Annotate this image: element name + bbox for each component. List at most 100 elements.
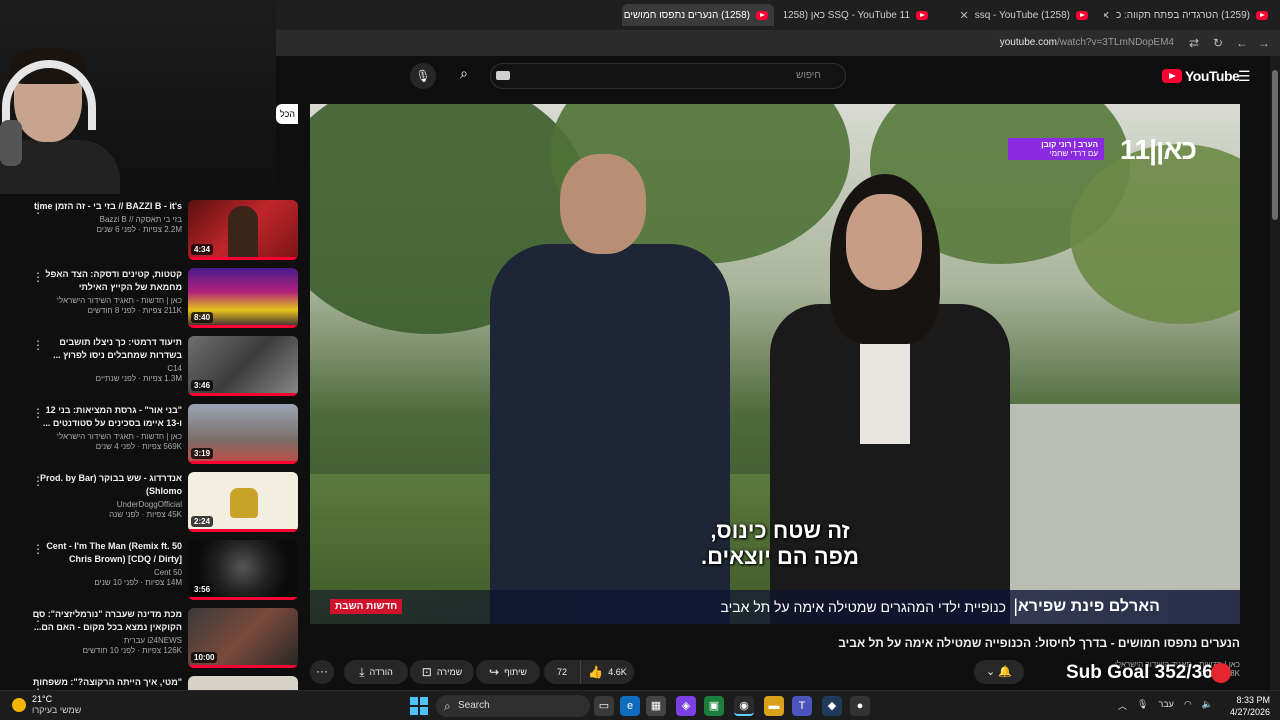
youtube-logo[interactable]: YouTube: [1162, 68, 1240, 84]
program-badge: הערב | רוני קובן עם דרדי שחמי: [1008, 138, 1104, 160]
address-bar[interactable]: youtube.com/watch?v=3TLmNDopEM4 ⇄ ↻ ← →: [276, 30, 1280, 56]
more-options-icon[interactable]: ⋮: [32, 202, 44, 216]
close-icon[interactable]: ✕: [1104, 9, 1110, 22]
video-thumbnail[interactable]: 3:46: [188, 336, 298, 396]
channel-name[interactable]: UnderDoggOfficial: [32, 500, 182, 509]
list-item[interactable]: 3:46 תיעוד דרמטי: כך ניצלו תושבים בשדרות…: [0, 330, 300, 396]
tab-ssq-kan[interactable]: SSQ - YouTube 11 כאן (1258) ✕: [784, 4, 934, 26]
volume-icon[interactable]: 🔈: [1202, 699, 1213, 712]
channel-name[interactable]: 50 Cent: [32, 568, 182, 577]
keyboard-icon[interactable]: [496, 71, 510, 80]
obs-icon[interactable]: ●: [850, 696, 870, 716]
list-item[interactable]: 10:00 מכת מדינה שעברה "נורמליזציה": סם ה…: [0, 602, 300, 668]
tab-active[interactable]: (1258) הנערים נתפסו חמושים ✕: [622, 4, 774, 26]
video-thumbnail[interactable]: 4:34: [188, 200, 298, 260]
list-item[interactable]: 3:19 "בני אור" - גרסת המציאות: בני 12 ו-…: [0, 398, 300, 464]
scrollbar-thumb[interactable]: [1272, 70, 1278, 220]
forward-icon[interactable]: →: [1256, 35, 1272, 51]
webcam-overlay: [0, 0, 276, 194]
app-icon[interactable]: ◆: [822, 696, 842, 716]
clock[interactable]: 8:33 PM 4/27/2026: [1230, 694, 1270, 718]
start-icon[interactable]: [410, 697, 428, 715]
reload-icon[interactable]: ↻: [1210, 35, 1226, 51]
more-options-icon[interactable]: ⋮: [32, 542, 44, 556]
chevron-down-icon[interactable]: ⌄: [986, 666, 995, 678]
edge-icon[interactable]: e: [620, 696, 640, 716]
teams-icon[interactable]: T: [792, 696, 812, 716]
file-explorer-icon[interactable]: ▬: [764, 696, 784, 716]
task-view-icon[interactable]: ▭: [594, 696, 614, 716]
more-options-icon[interactable]: ⋮: [32, 678, 44, 690]
tab-title: (1258) הנערים נתפסו חמושים: [623, 9, 750, 21]
share-button[interactable]: שיתוף ↪: [476, 660, 540, 684]
more-options-icon[interactable]: ⋮: [32, 270, 44, 284]
more-options-icon[interactable]: ⋮: [32, 474, 44, 488]
taskbar-search[interactable]: Search: [436, 695, 590, 717]
mic-tray-icon[interactable]: 🎙: [1137, 699, 1148, 712]
translate-icon[interactable]: ⇄: [1186, 35, 1202, 51]
video-title[interactable]: BAZZI B - it's // בזי בי - זה הזמן time: [32, 200, 182, 213]
search-input[interactable]: חיפוש: [490, 63, 846, 89]
voice-search-icon[interactable]: 🎙: [410, 63, 436, 89]
video-title[interactable]: "מטי, איך הייתה הרקוצה?": משפחות: [32, 676, 182, 689]
more-options-icon[interactable]: ⋮: [32, 338, 44, 352]
view-count: 211K צפיות · לפני 8 חודשים: [87, 306, 182, 315]
download-icon: ⤓: [359, 664, 365, 679]
youtube-header: 🎙 ⌕ חיפוש YouTube ☰: [276, 56, 1270, 98]
dislike-button[interactable]: 72: [544, 660, 580, 684]
video-thumbnail[interactable]: 3:19: [188, 404, 298, 464]
channel-name[interactable]: בזי בי תאסקה // Bazzi B: [32, 215, 182, 224]
channel-name[interactable]: כאן | חדשות - תאגיד השידור הישראלי: [32, 296, 182, 305]
video-player[interactable]: כאן|11 הערב | רוני קובן עם דרדי שחמי זה …: [310, 104, 1240, 624]
menu-icon[interactable]: ☰: [1238, 68, 1252, 85]
chevron-up-icon[interactable]: ︿: [1118, 699, 1127, 712]
duration-badge: 3:19: [191, 448, 214, 459]
more-options-icon[interactable]: ⋮: [32, 610, 44, 624]
notification-bell-button[interactable]: ⌄ 🔔: [974, 660, 1024, 684]
video-thumbnail[interactable]: 2:24: [188, 472, 298, 532]
chip-all[interactable]: הכל: [276, 104, 298, 124]
channel-name[interactable]: i24NEWS עברית: [32, 636, 182, 645]
video-thumbnail[interactable]: 3:56: [188, 540, 298, 600]
video-thumbnail[interactable]: 8:40: [188, 268, 298, 328]
close-icon[interactable]: ✕: [960, 9, 969, 22]
lower-third-topic: כנופיית ילדי המהגרים שמטילה אימה על תל א…: [720, 599, 1006, 615]
weather-widget[interactable]: 21°C שמשי בעיקרו: [12, 694, 81, 716]
video-title[interactable]: תיעוד דרמטי: כך ניצלו תושבים בשדרות שמחב…: [32, 336, 182, 362]
copilot-icon[interactable]: ◈: [676, 696, 696, 716]
more-actions-button[interactable]: ···: [310, 660, 334, 684]
download-button[interactable]: הורדה ⤓: [344, 660, 408, 684]
tab-tragedy[interactable]: (1259) הטרגדיה בפתח תקווה: כ ✕: [1104, 4, 1274, 26]
video-title[interactable]: אנדרדוג - שש בבוקר Prod. by Bar) (Shlomo: [32, 472, 182, 498]
video-title[interactable]: קטטות, קטינים ודסקה: הצד האפל מחמאת של ה…: [32, 268, 182, 294]
more-options-icon[interactable]: ⋮: [32, 406, 44, 420]
wifi-icon[interactable]: ◠: [1184, 699, 1192, 712]
tab-ssq[interactable]: (1258) ssq - YouTube ✕: [944, 4, 1094, 26]
video-title[interactable]: "בני אור" - גרסת המציאות: בני 12 ו-13 אי…: [32, 404, 182, 430]
video-thumbnail[interactable]: [188, 676, 298, 690]
url-text[interactable]: youtube.com/watch?v=3TLmNDopEM4: [1000, 37, 1174, 48]
list-item[interactable]: 4:34 BAZZI B - it's // בזי בי - זה הזמן …: [0, 194, 300, 260]
video-thumbnail[interactable]: 10:00: [188, 608, 298, 668]
list-item[interactable]: 8:40 קטטות, קטינים ודסקה: הצד האפל מחמאת…: [0, 262, 300, 328]
list-item[interactable]: 2:24 אנדרדוג - שש בבוקר Prod. by Bar) (S…: [0, 466, 300, 532]
office-icon[interactable]: ▣: [704, 696, 724, 716]
search-icon[interactable]: ⌕: [452, 65, 476, 87]
list-item[interactable]: 3:56 50 Cent - I'm The Man (Remix ft. Ch…: [0, 534, 300, 600]
video-title[interactable]: מכת מדינה שעברה "נורמליזציה": סם הקוקאין…: [32, 608, 182, 634]
duration-badge: 2:24: [191, 516, 214, 527]
store-icon[interactable]: ▦: [646, 696, 666, 716]
view-count: 126K צפיות · לפני 10 חודשים: [82, 646, 182, 655]
language-indicator[interactable]: עבר: [1158, 699, 1173, 712]
list-item[interactable]: "מטי, איך הייתה הרקוצה?": משפחות ⋮: [0, 670, 300, 690]
channel-name[interactable]: כאן | חדשות - תאגיד השידור הישראלי: [32, 432, 182, 441]
video-subtitles: זה שטח כינוס, מפה הם יוצאים.: [701, 518, 859, 569]
channel-name[interactable]: C14: [32, 364, 182, 373]
page-scrollbar[interactable]: [1270, 56, 1280, 690]
back-icon[interactable]: ←: [1234, 35, 1250, 51]
video-title[interactable]: 50 Cent - I'm The Man (Remix ft. Chris B…: [32, 540, 182, 566]
like-button[interactable]: 4.6K 👍: [580, 660, 634, 684]
chrome-icon[interactable]: ◉: [734, 696, 754, 716]
lower-third-title: הארלם פינת שפירא: [1017, 598, 1160, 615]
save-button[interactable]: שמירה ⊡: [410, 660, 474, 684]
